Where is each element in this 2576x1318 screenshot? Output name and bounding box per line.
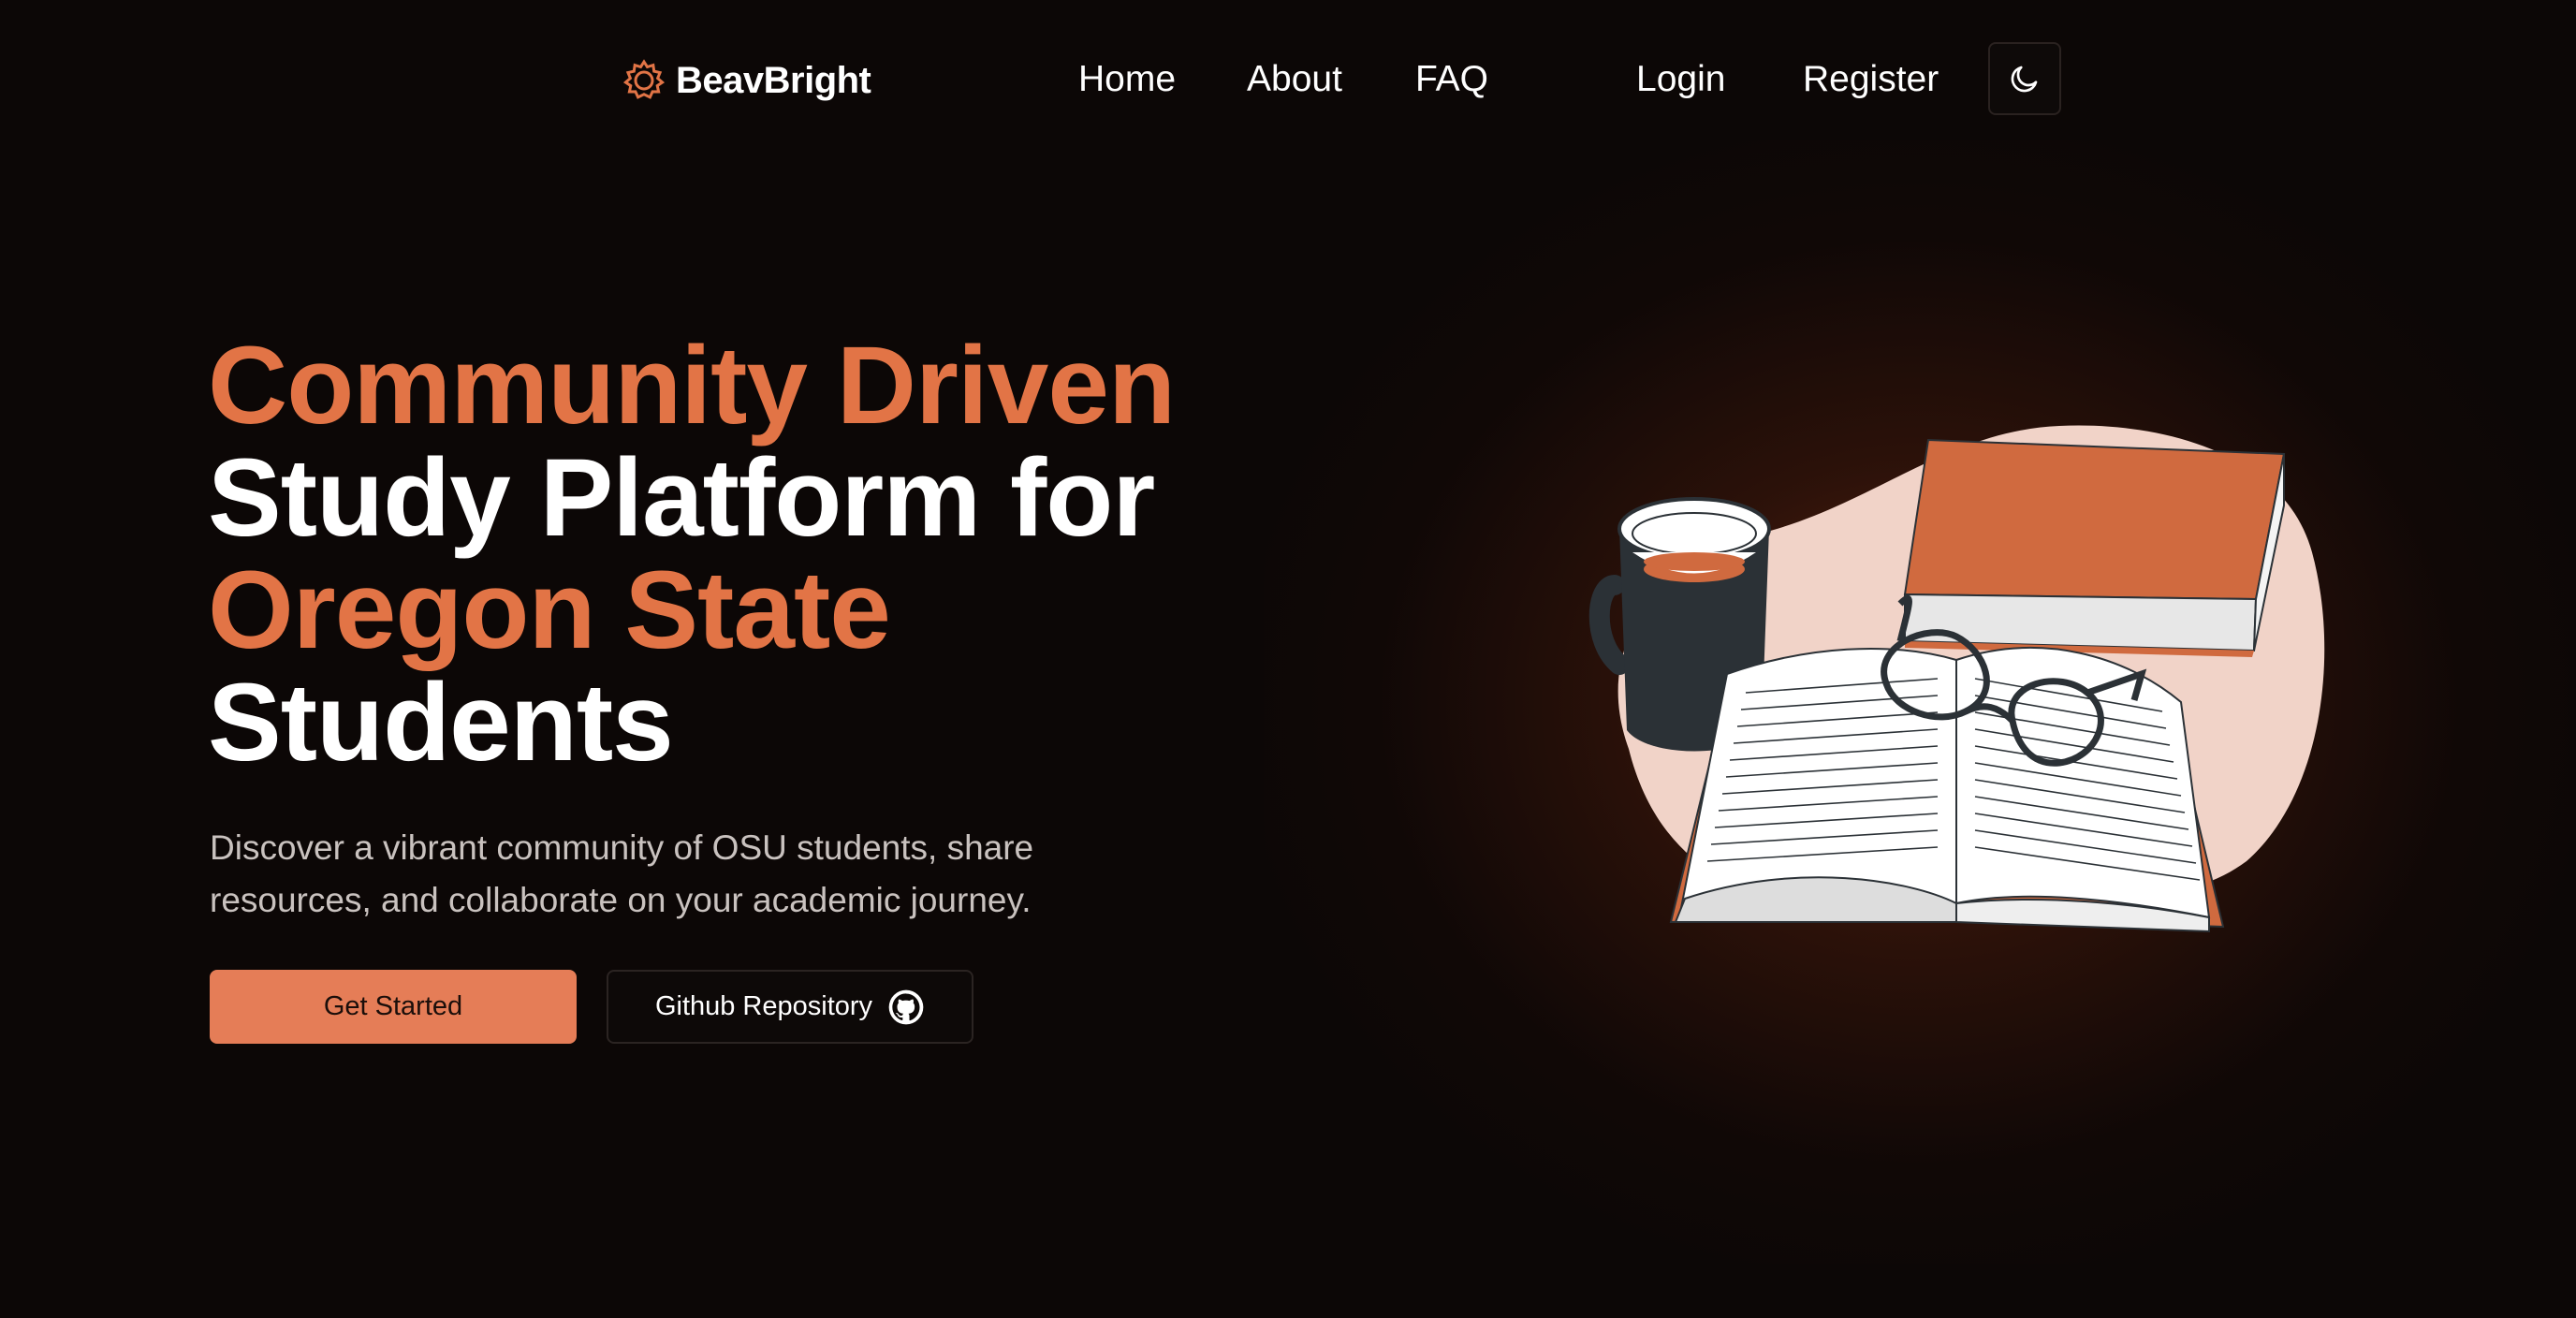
- subtitle-line-2: resources, and collaborate on your acade…: [210, 881, 1032, 919]
- study-illustration: [1588, 425, 2325, 933]
- brand-logo-link[interactable]: BeavBright: [622, 54, 871, 107]
- nav-link-about[interactable]: About: [1247, 56, 1342, 103]
- headline-line-1: Community Driven: [208, 324, 1176, 447]
- headline-line-4: Students: [208, 661, 674, 784]
- github-button-label: Github Repository: [654, 991, 873, 1021]
- headline-line-3: Oregon State: [208, 549, 891, 672]
- top-navbar: BeavBright Home About FAQ Login Register: [0, 0, 2576, 159]
- github-repository-button[interactable]: Github Repository: [607, 970, 973, 1044]
- login-link[interactable]: Login: [1636, 56, 1725, 103]
- brand-name: BeavBright: [676, 59, 871, 101]
- get-started-button[interactable]: Get Started: [210, 970, 577, 1044]
- moon-icon: [2011, 66, 2038, 93]
- theme-toggle-button[interactable]: [1988, 42, 2061, 115]
- hero-subtitle: Discover a vibrant community of OSU stud…: [210, 822, 1239, 927]
- gear-logo-icon: [622, 59, 666, 99]
- headline-line-2: Study Platform for: [208, 436, 1155, 560]
- nav-link-home[interactable]: Home: [1078, 56, 1176, 103]
- nav-link-faq[interactable]: FAQ: [1415, 56, 1488, 103]
- stacked-books: [1903, 438, 2286, 657]
- github-icon: [888, 989, 924, 1024]
- subtitle-line-1: Discover a vibrant community of OSU stud…: [210, 828, 1034, 867]
- hero-headline: Community Driven Study Platform for Oreg…: [208, 330, 1425, 779]
- register-link[interactable]: Register: [1803, 56, 1939, 103]
